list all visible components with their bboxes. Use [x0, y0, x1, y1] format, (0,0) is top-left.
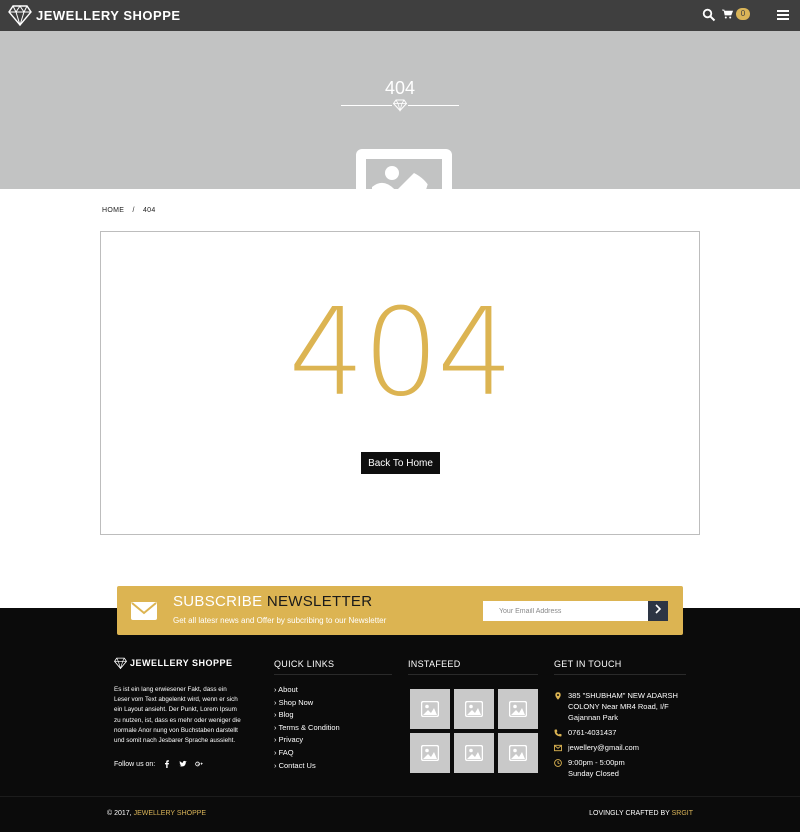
- footer-brand-logo[interactable]: JEWELLERY SHOPPE: [114, 657, 233, 669]
- contact-divider: [554, 674, 686, 675]
- instafeed-grid: [410, 689, 538, 773]
- breadcrumb-home-link[interactable]: HOME: [102, 207, 124, 214]
- divider-line-left: [341, 105, 392, 106]
- divider-line-right: [408, 105, 459, 106]
- image-placeholder-icon: [465, 701, 483, 717]
- quick-link-faq[interactable]: › FAQ: [274, 747, 340, 760]
- contact-title: GET IN TOUCH: [554, 659, 622, 669]
- newsletter-submit-button[interactable]: [648, 601, 668, 621]
- mail-icon: [554, 744, 562, 752]
- quick-link-label: Contact Us: [278, 760, 316, 770]
- quick-link-shop-now[interactable]: › Shop Now: [274, 697, 340, 710]
- copyright-bar: © 2017, JEWELLERY SHOPPE LOVINGLY CRAFTE…: [0, 796, 800, 832]
- footer-brand-name: JEWELLERY SHOPPE: [130, 658, 233, 668]
- contact-hours-text: 9:00pm - 5:00pm Sunday Closed: [568, 757, 625, 779]
- instafeed-tile[interactable]: [454, 689, 494, 729]
- breadcrumb-separator: /: [132, 207, 135, 214]
- newsletter-email-input[interactable]: [483, 601, 649, 621]
- quick-links-title: QUICK LINKS: [274, 659, 335, 669]
- copyright-text: © 2017, JEWELLERY SHOPPE: [107, 810, 206, 817]
- instafeed-tile[interactable]: [410, 733, 450, 773]
- page-hero-banner: 404: [0, 31, 800, 189]
- image-placeholder-icon: [421, 701, 439, 717]
- image-placeholder-icon: [465, 745, 483, 761]
- quick-link-terms[interactable]: › Terms & Condition: [274, 722, 340, 735]
- image-placeholder-icon: [509, 701, 527, 717]
- contact-address: 385 "SHUBHAM" NEW ADARSH COLONY Near MR4…: [554, 690, 680, 723]
- phone-icon: [554, 729, 562, 737]
- quick-link-label: Shop Now: [278, 697, 314, 707]
- cart-button[interactable]: 0: [722, 8, 750, 20]
- newsletter-title: SUBSCRIBE NEWSLETTER: [173, 593, 372, 610]
- quick-link-label: About: [278, 685, 298, 694]
- chevron-right-icon: [655, 604, 662, 614]
- hero-title: 404: [384, 78, 416, 98]
- quick-link-label: FAQ: [278, 747, 294, 757]
- contact-phone: 0761-4031437: [554, 727, 616, 738]
- brand-logo[interactable]: JEWELLERY SHOPPE: [8, 4, 181, 26]
- credit-text: LOVINGLY CRAFTED BY SRGIT: [589, 810, 693, 817]
- quick-links-divider: [274, 674, 392, 675]
- image-placeholder-icon: [509, 745, 527, 761]
- contact-hours-value: 9:00pm - 5:00pm: [568, 758, 625, 767]
- diamond-divider-icon: [393, 99, 407, 112]
- footer-about-text: Es ist ein lang erwiesener Fakt, dass ei…: [114, 686, 241, 745]
- image-placeholder-icon: [356, 149, 452, 189]
- breadcrumb: HOME / 404: [102, 207, 162, 214]
- diamond-logo-icon: [8, 5, 32, 26]
- cart-count-badge: 0: [736, 8, 750, 20]
- contact-hours: 9:00pm - 5:00pm Sunday Closed: [554, 757, 625, 779]
- hero-divider: [341, 98, 459, 112]
- contact-address-text: 385 "SHUBHAM" NEW ADARSH COLONY Near MR4…: [568, 691, 678, 722]
- back-to-home-button[interactable]: Back To Home: [361, 452, 440, 474]
- hamburger-menu-icon[interactable]: [776, 8, 790, 22]
- instafeed-tile[interactable]: [498, 689, 538, 729]
- brand-name: JEWELLERY SHOPPE: [36, 7, 181, 23]
- instafeed-tile[interactable]: [454, 733, 494, 773]
- contact-phone-text[interactable]: 0761-4031437: [568, 727, 616, 738]
- newsletter-title-dark: NEWSLETTER: [266, 593, 373, 610]
- facebook-icon[interactable]: [163, 760, 171, 768]
- follow-label: Follow us on:: [114, 760, 156, 768]
- quick-link-blog[interactable]: › Blog: [274, 709, 340, 722]
- social-follow: Follow us on:: [114, 760, 203, 768]
- quick-links-list: › About › Shop Now › Blog › Terms & Cond…: [274, 684, 340, 772]
- credit-prefix: LOVINGLY CRAFTED BY: [589, 810, 670, 817]
- contact-email: jewellery@gmail.com: [554, 742, 639, 753]
- newsletter-banner: SUBSCRIBE NEWSLETTER Get all latesr news…: [117, 586, 683, 635]
- map-pin-icon: [555, 692, 561, 700]
- cart-icon: [722, 9, 733, 19]
- quick-link-privacy[interactable]: › Privacy: [274, 734, 340, 747]
- instafeed-divider: [408, 674, 538, 675]
- error-panel: 404 Back To Home: [100, 231, 700, 535]
- envelope-icon: [131, 602, 157, 620]
- clock-icon: [554, 759, 562, 767]
- quick-link-contact[interactable]: › Contact Us: [274, 760, 340, 773]
- instafeed-title: INSTAFEED: [408, 659, 461, 669]
- quick-link-label: Privacy: [278, 735, 304, 745]
- quick-link-about[interactable]: › About: [274, 684, 340, 697]
- copyright-prefix: © 2017,: [107, 810, 132, 817]
- quick-link-label: Blog: [278, 710, 294, 720]
- image-placeholder-icon: [421, 745, 439, 761]
- instafeed-tile[interactable]: [410, 689, 450, 729]
- contact-email-text[interactable]: jewellery@gmail.com: [568, 742, 639, 753]
- google-plus-icon[interactable]: [195, 760, 203, 768]
- search-icon[interactable]: [702, 8, 716, 22]
- copyright-brand-link[interactable]: JEWELLERY SHOPPE: [134, 810, 207, 817]
- credit-brand-link[interactable]: SRGIT: [672, 810, 693, 817]
- contact-closed-value: Sunday Closed: [568, 769, 619, 778]
- instafeed-tile[interactable]: [498, 733, 538, 773]
- newsletter-subtitle: Get all latesr news and Offer by subcrib…: [173, 616, 387, 625]
- twitter-icon[interactable]: [179, 760, 188, 768]
- breadcrumb-current: 404: [142, 207, 156, 214]
- diamond-logo-icon: [114, 657, 127, 669]
- error-code: 404: [288, 284, 513, 423]
- newsletter-title-light: SUBSCRIBE: [173, 593, 263, 610]
- quick-link-label: Terms & Condition: [278, 722, 340, 732]
- top-navbar: JEWELLERY SHOPPE 0: [0, 0, 800, 31]
